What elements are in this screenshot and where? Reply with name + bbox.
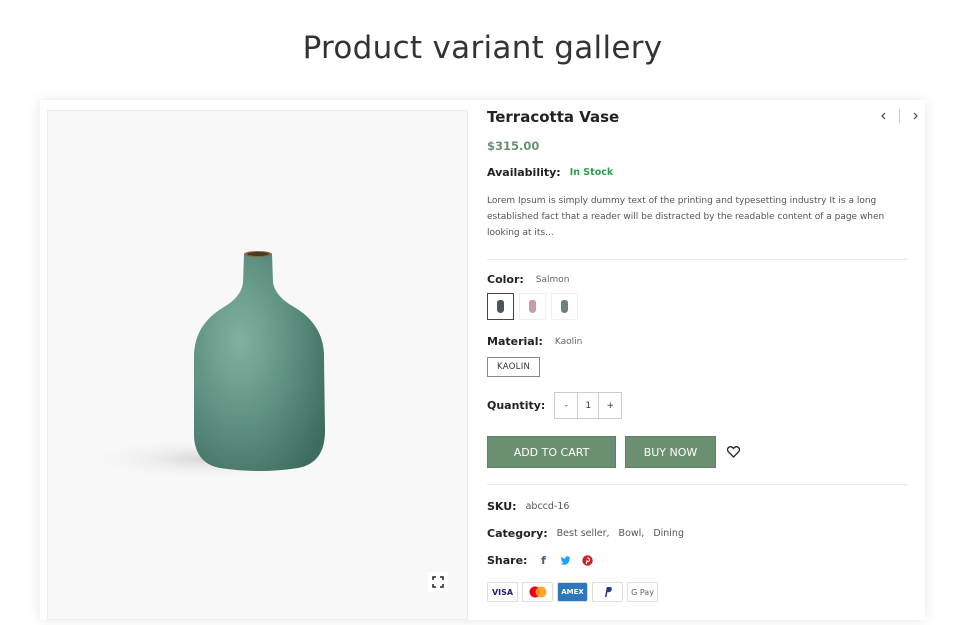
quantity-row: Quantity: - 1 + xyxy=(487,392,623,419)
heart-icon xyxy=(726,446,740,458)
category-row: Category: Best seller, Bowl, Dining xyxy=(487,527,684,540)
visa-icon: VISA xyxy=(487,582,518,602)
prev-product-button[interactable] xyxy=(877,108,891,124)
selected-material: Kaolin xyxy=(554,336,583,347)
material-option-kaolin[interactable]: KAOLIN xyxy=(487,357,541,377)
nav-divider xyxy=(899,109,900,123)
next-product-button[interactable] xyxy=(908,108,922,124)
category-link[interactable]: Bowl, xyxy=(619,528,645,539)
share-row: Share: f xyxy=(487,554,603,567)
chevron-left-icon xyxy=(881,112,886,120)
sku-value: abccd-16 xyxy=(525,501,570,512)
amex-icon: AMEX xyxy=(557,582,588,602)
wishlist-button[interactable] xyxy=(725,444,741,460)
share-label: Share: xyxy=(487,554,528,567)
quantity-label: Quantity: xyxy=(487,399,546,412)
color-swatch-pink[interactable] xyxy=(519,293,546,320)
product-card: Terracotta Vase $315.00 Availability: In… xyxy=(40,100,925,620)
fullscreen-button[interactable] xyxy=(428,572,448,592)
quantity-increase-button[interactable]: + xyxy=(599,393,621,418)
purchase-actions: ADD TO CART BUY NOW xyxy=(487,436,741,468)
pinterest-icon[interactable] xyxy=(581,555,593,567)
availability-row: Availability: In Stock xyxy=(487,166,613,179)
swatch-vase-icon xyxy=(529,300,536,313)
quantity-input[interactable]: 1 xyxy=(577,393,600,418)
chevron-right-icon xyxy=(913,112,918,120)
color-swatch-dark[interactable] xyxy=(487,293,514,320)
category-link[interactable]: Dining xyxy=(653,528,684,539)
google-pay-icon: G Pay xyxy=(627,582,658,602)
add-to-cart-button[interactable]: ADD TO CART xyxy=(487,436,616,468)
buy-now-button[interactable]: BUY NOW xyxy=(625,436,716,468)
stock-status: In Stock xyxy=(569,167,614,178)
color-label: Color: xyxy=(487,273,524,286)
color-swatch-grey[interactable] xyxy=(551,293,578,320)
selected-color: Salmon xyxy=(535,274,570,285)
product-image-panel[interactable] xyxy=(47,110,468,620)
divider xyxy=(487,484,908,485)
availability-label: Availability: xyxy=(487,166,561,179)
page-title: Product variant gallery xyxy=(302,30,663,66)
payment-methods: VISA AMEX G Pay xyxy=(487,582,662,602)
quantity-decrease-button[interactable]: - xyxy=(555,393,577,418)
swatch-vase-icon xyxy=(561,300,568,313)
sku-row: SKU: abccd-16 xyxy=(487,500,569,513)
product-description: Lorem Ipsum is simply dummy text of the … xyxy=(487,196,885,238)
product-price: $315.00 xyxy=(487,139,540,153)
share-icons: f xyxy=(537,554,603,567)
sku-label: SKU: xyxy=(487,500,517,513)
paypal-icon xyxy=(592,582,623,602)
category-link[interactable]: Best seller, xyxy=(557,528,610,539)
swatch-vase-icon xyxy=(497,300,504,313)
product-name: Terracotta Vase xyxy=(487,108,620,126)
twitter-icon[interactable] xyxy=(559,555,571,567)
category-label: Category: xyxy=(487,527,548,540)
color-row: Color: Salmon xyxy=(487,273,570,286)
expand-icon xyxy=(432,576,444,588)
mastercard-icon xyxy=(522,582,553,602)
material-label: Material: xyxy=(487,335,543,348)
color-swatches xyxy=(487,293,583,320)
product-nav xyxy=(877,108,922,124)
quantity-stepper: - 1 + xyxy=(554,392,623,419)
product-image-vase xyxy=(83,251,325,481)
divider xyxy=(487,259,908,260)
material-row: Material: Kaolin xyxy=(487,335,582,348)
facebook-icon[interactable]: f xyxy=(537,554,549,567)
